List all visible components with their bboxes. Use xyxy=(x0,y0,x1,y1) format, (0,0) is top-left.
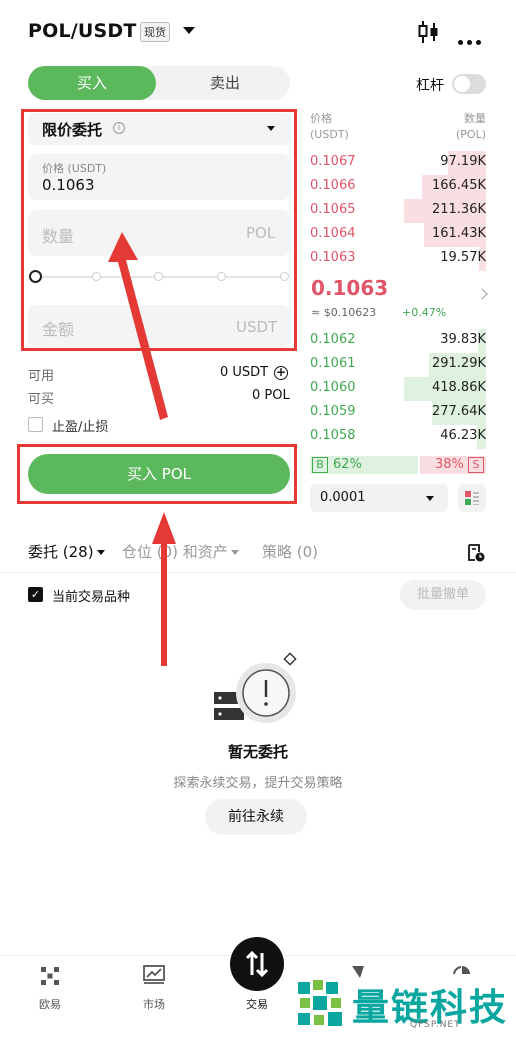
home-icon[interactable] xyxy=(40,966,60,990)
nav-home[interactable]: 欧易 xyxy=(20,996,80,1012)
watermark-sub: QFSP.NET xyxy=(410,1020,461,1030)
market-icon[interactable] xyxy=(143,965,165,989)
trade-nav-button[interactable] xyxy=(230,937,284,991)
annotation-arrows xyxy=(108,232,176,666)
nav-market[interactable]: 市场 xyxy=(124,996,184,1012)
watermark-logo xyxy=(296,978,350,1034)
nav-trade[interactable]: 交易 xyxy=(227,996,287,1012)
